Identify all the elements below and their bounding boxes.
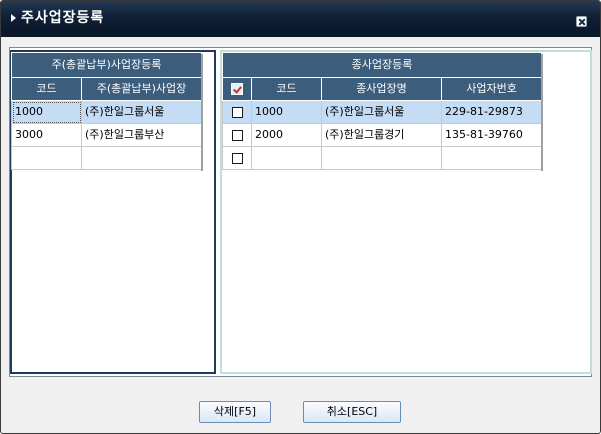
row-code-cell[interactable]: 1000 [251,100,322,124]
select-all-checkbox[interactable] [222,77,252,101]
row-checkbox-cell[interactable] [222,123,252,147]
row-business-number-cell[interactable]: 229-81-29873 [440,100,543,124]
cancel-button[interactable]: 취소[ESC] [303,401,401,423]
empty-cell[interactable] [80,146,203,170]
empty-cell[interactable] [251,146,322,170]
check-all-icon[interactable] [231,83,243,95]
row-checkbox[interactable] [231,106,243,118]
close-icon[interactable] [576,16,587,27]
main-business-group-header: 주(총괄납부)사업장등록 [10,52,203,78]
empty-cell[interactable] [11,146,82,170]
table-row-empty[interactable] [222,146,543,170]
row-code-cell[interactable]: 3000 [11,123,82,147]
column-header-main-business-name[interactable]: 주(총괄납부)사업장 [80,77,203,101]
main-business-grid: 주(총괄납부)사업장등록 코드 주(총괄납부)사업장 1000 (주)한일그룹서… [10,52,203,170]
empty-cell[interactable] [440,146,543,170]
column-header-code[interactable]: 코드 [251,77,322,101]
row-checkbox-cell[interactable] [222,146,252,170]
row-name-cell[interactable]: (주)한일그룹부산 [80,123,203,147]
row-code-cell[interactable]: 2000 [251,123,322,147]
row-checkbox[interactable] [231,129,243,141]
row-checkbox-cell[interactable] [222,100,252,124]
column-header-sub-business-name[interactable]: 종사업장명 [321,77,442,101]
row-name-cell[interactable]: (주)한일그룹서울 [80,100,203,124]
table-row[interactable]: 3000 (주)한일그룹부산 [11,123,203,147]
row-code-cell[interactable]: 1000 [11,100,82,124]
grid-shadow [541,54,543,171]
row-name-cell[interactable]: (주)한일그룹경기 [321,123,442,147]
row-business-number-cell[interactable]: 135-81-39760 [440,123,543,147]
row-name-cell[interactable]: (주)한일그룹서울 [321,100,442,124]
column-header-code[interactable]: 코드 [11,77,82,101]
sub-business-grid: 종사업장등록 코드 종사업장명 사업자번호 1000 (주)한일그룹서울 229… [221,52,543,170]
row-checkbox[interactable] [231,152,243,164]
delete-button[interactable]: 삭제[F5] [199,401,271,423]
table-row[interactable]: 2000 (주)한일그룹경기 135-81-39760 [222,123,543,147]
table-row[interactable]: 1000 (주)한일그룹서울 [11,100,203,124]
title-arrow-icon [11,14,16,22]
empty-cell[interactable] [321,146,442,170]
table-row[interactable]: 1000 (주)한일그룹서울 229-81-29873 [222,100,543,124]
column-header-business-number[interactable]: 사업자번호 [440,77,543,101]
sub-business-group-header: 종사업장등록 [221,52,543,78]
title-bar[interactable]: 주사업장등록 [1,1,600,37]
grid-shadow [201,54,203,171]
dialog-title: 주사업장등록 [21,10,105,26]
table-row-empty[interactable] [11,146,203,170]
